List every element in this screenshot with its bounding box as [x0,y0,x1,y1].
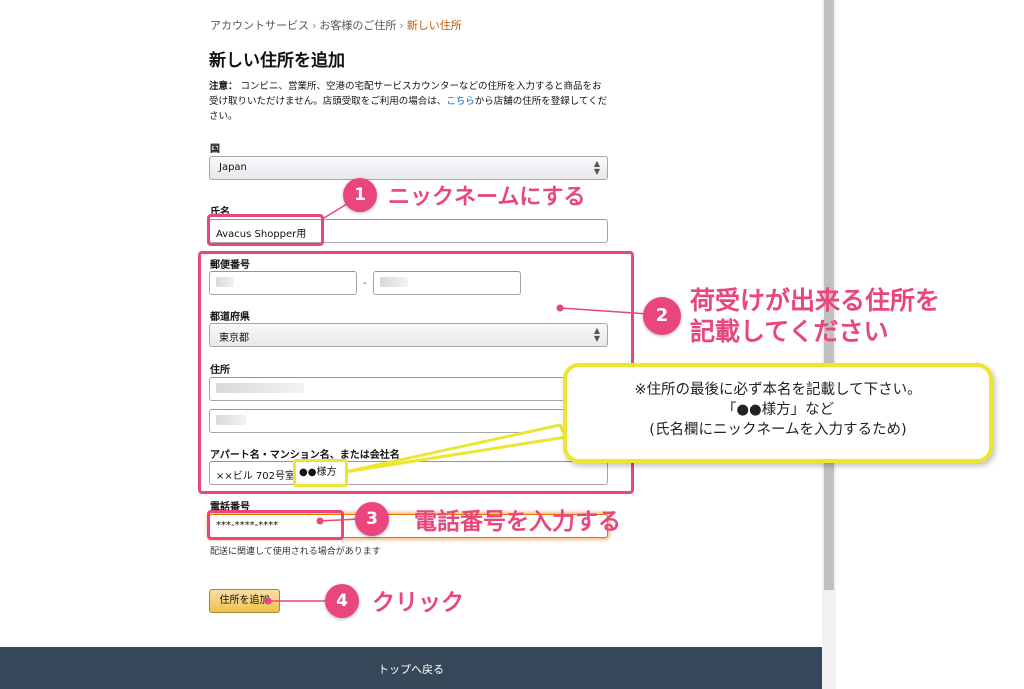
callout-line3: (氏名欄にニックネームを入力するため) [649,422,907,438]
step-2-badge: 2 [643,297,681,335]
step-3-badge: 3 [355,502,389,536]
step-2-text: 荷受けが出来る住所を 記載してください [690,285,940,347]
highlight-honorific [293,459,348,487]
callout-line2: 「●●様方」など [721,402,835,418]
step-2-text-line1: 荷受けが出来る住所を [690,286,941,315]
step-1-text: ニックネームにする [388,185,586,210]
step-4-badge: 4 [325,584,359,618]
note-callout: ※住所の最後に必ず本名を記載して下さい。 「●●様方」など (氏名欄にニックネー… [563,363,993,463]
callout-line1: ※住所の最後に必ず本名を記載して下さい。 [634,382,922,398]
connector-dot [264,597,272,605]
step-3-text: 電話番号を入力する [414,509,621,535]
highlight-phone-field [207,510,344,540]
step-4-text: クリック [372,590,464,616]
step-2-text-line2: 記載してください [690,317,889,346]
highlight-name-field [207,214,324,246]
step-1-badge: 1 [343,178,377,212]
